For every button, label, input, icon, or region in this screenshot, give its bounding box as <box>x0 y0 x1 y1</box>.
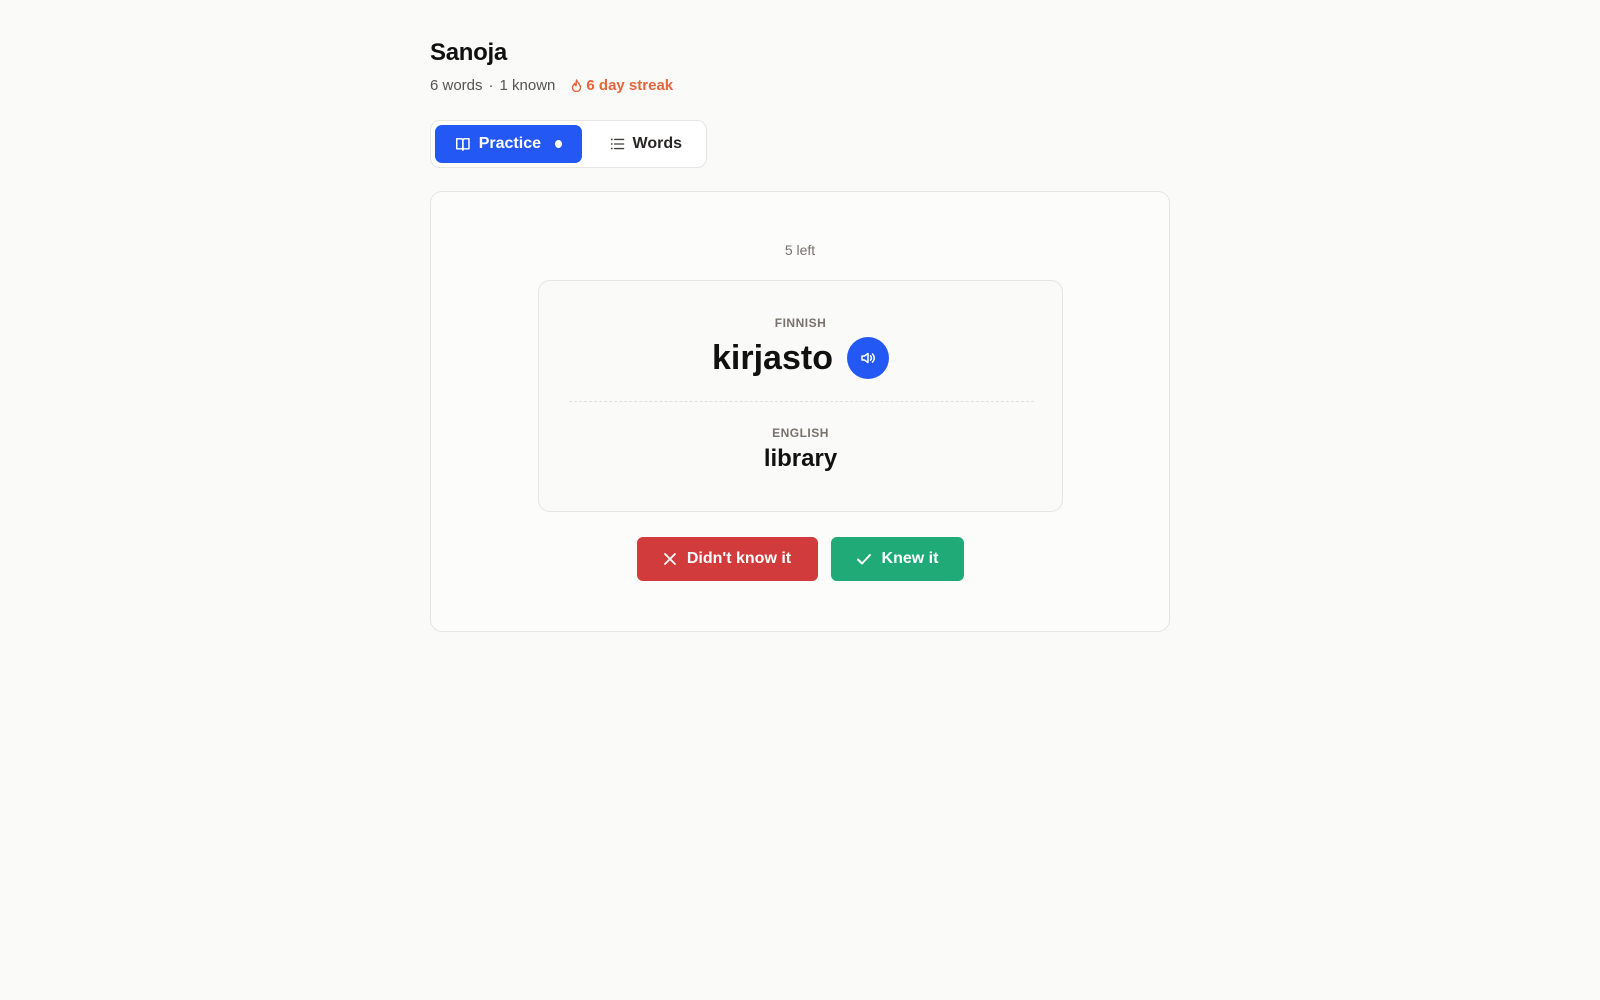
answer-actions: Didn't know it Knew it <box>431 537 1169 581</box>
flashcard-word: kirjasto <box>712 339 833 377</box>
streak-label: 6 day streak <box>586 76 674 94</box>
word-count: 6 words <box>430 76 483 94</box>
flashcard-translation: library <box>763 445 838 472</box>
target-language-label: ENGLISH <box>772 426 829 440</box>
didnt-know-label: Didn't know it <box>686 550 792 567</box>
stats-separator: · <box>488 76 494 94</box>
view-tabs: Practice Words <box>430 120 707 168</box>
pronounce-button[interactable] <box>846 337 889 379</box>
tab-practice[interactable]: Practice <box>435 125 582 163</box>
knew-it-label: Knew it <box>881 550 939 567</box>
knew-it-button[interactable]: Knew it <box>830 537 964 581</box>
tab-words-label: Words <box>632 135 682 152</box>
app-page: Sanoja 6 words · 1 known 6 day streak Pr… <box>0 0 1600 1000</box>
tab-practice-label: Practice <box>478 135 541 152</box>
source-language-label: FINNISH <box>774 316 827 330</box>
page-title: Sanoja <box>430 39 507 66</box>
speaker-icon <box>861 352 875 364</box>
card-divider <box>569 401 1034 402</box>
close-icon <box>663 553 676 565</box>
book-open-icon <box>456 138 470 151</box>
didnt-know-button[interactable]: Didn't know it <box>636 537 818 581</box>
header-section: Sanoja 6 words · 1 known 6 day streak Pr… <box>430 36 1170 168</box>
practice-panel: 5 left FINNISH kirjasto ENGLISH library <box>430 191 1170 632</box>
streak-badge: 6 day streak <box>571 77 673 94</box>
flashcard: FINNISH kirjasto ENGLISH library <box>538 280 1063 512</box>
known-count: 1 known <box>499 76 556 94</box>
flame-icon <box>572 78 582 92</box>
check-icon <box>856 554 871 565</box>
tab-words[interactable]: Words <box>586 125 702 163</box>
remaining-count: 5 left <box>784 242 816 258</box>
list-icon <box>610 138 625 150</box>
deck-stats: 6 words · 1 known 6 day streak <box>430 74 1170 96</box>
active-indicator-dot <box>555 140 562 148</box>
word-row: kirjasto <box>539 337 1062 379</box>
